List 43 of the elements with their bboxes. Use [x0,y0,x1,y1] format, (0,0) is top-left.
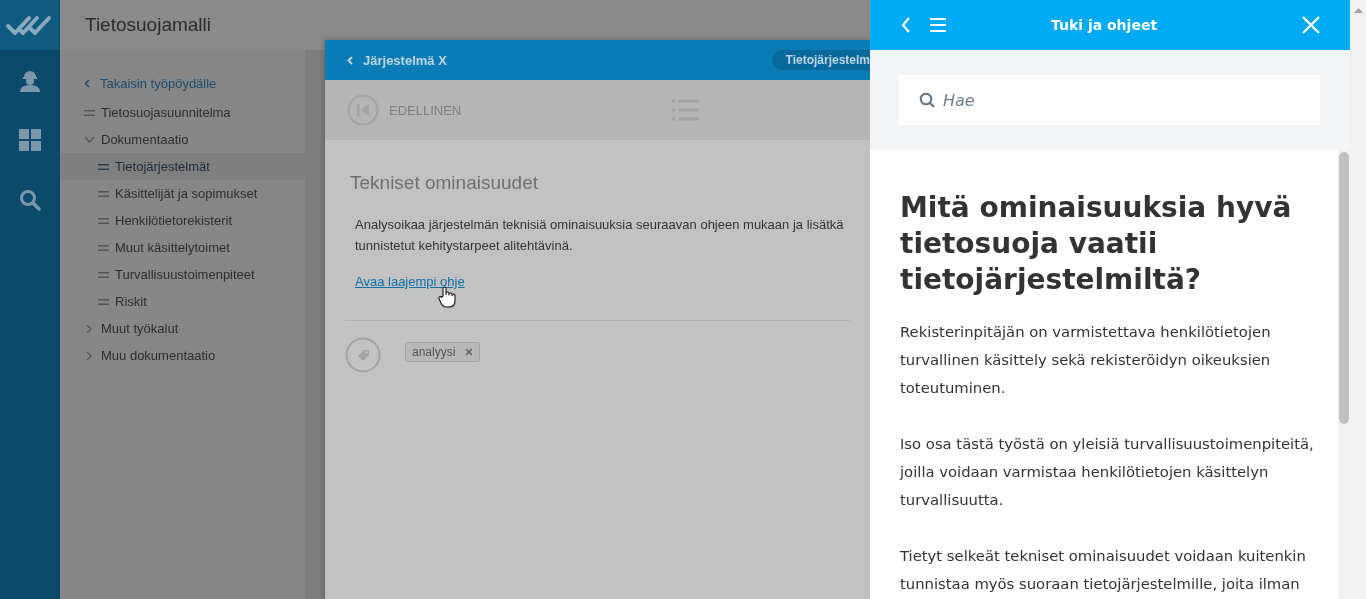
article-heading: Mitä ominaisuuksia hyvä tietosuoja vaatii tietojärjestelmiltä? [900,190,1293,298]
drag-handle-icon [98,244,109,251]
chevron-down-icon [84,135,95,144]
nav-item[interactable]: Käsittelijät ja sopimukset [60,180,305,207]
nav-item[interactable]: Tietojärjestelmät [60,153,305,180]
nav-item[interactable]: Dokumentaatio [60,126,305,153]
chevron-left-icon [347,55,353,65]
back-link[interactable]: Järjestelmä X [347,52,447,68]
article-paragraph: Iso osa tästä työstä on yleisiä turvallisuustoimenpiteitä, joilla voidaan varmistaa henkilötietojen käsittelyn turvallisuutta. [900,434,1315,510]
drag-handle-icon [98,163,109,170]
section-heading: Tekniset ominaisuudet [350,172,539,194]
nav-item[interactable]: Turvallisuustoimenpiteet [60,261,305,288]
chevron-left-icon [84,79,90,88]
close-icon[interactable] [1302,16,1320,34]
nav-item[interactable]: Riskit [60,288,305,315]
nav-item[interactable]: Tietosuojasuunnitelma [60,99,305,126]
app-title: Tietosuojamalli [85,14,211,36]
article-paragraph: Tietyt selkeät tekniset ominaisuudet voidaan kuitenkin tunnistaa myös suoraan tietojärjestelmille, joita ilman [900,546,1307,594]
drag-handle-icon [84,109,95,116]
nav-item[interactable]: Muut käsittelytoimet [60,234,305,261]
back-link[interactable]: Takaisin työpöydälle [60,76,305,91]
drag-handle-icon [98,217,109,224]
help-title: Tuki ja ohjeet [1049,17,1159,33]
help-link[interactable]: Avaa laajempi ohje [355,274,465,289]
search-field[interactable]: Hae [899,75,1320,125]
back-icon[interactable] [900,16,912,34]
drag-handle-icon [98,298,109,305]
article-paragraph: Rekisterinpitäjän on varmistettava henkilötietojen turvallinen käsittely sekä rekisteröidyn oikeuksien toteutuminen. [900,322,1272,398]
search-icon [919,92,935,108]
logo-icon[interactable] [0,0,60,50]
category-badge: Tietojärjestelm [771,50,870,70]
menu-icon[interactable] [930,18,946,32]
nav-item[interactable]: Muu dokumentaatio [60,342,305,369]
description-text: Analysoikaa järjestelmän teknisiä ominaisuuksia seuraavan ohjeen mukaan ja lisätkä tunnistetut kehitystarpeet alitehtävinä. [355,216,845,255]
drag-handle-icon [98,271,109,278]
scroll-up-icon[interactable] [1353,8,1363,13]
scrollbar-thumb[interactable] [1339,152,1349,424]
nav-item[interactable]: Henkilötietorekisterit [60,207,305,234]
drag-handle-icon [98,190,109,197]
tag-icon[interactable] [345,337,381,373]
remove-icon[interactable] [465,348,474,356]
nav-item[interactable]: Muut työkalut [60,315,305,342]
tag-label: analyysi [412,345,456,359]
